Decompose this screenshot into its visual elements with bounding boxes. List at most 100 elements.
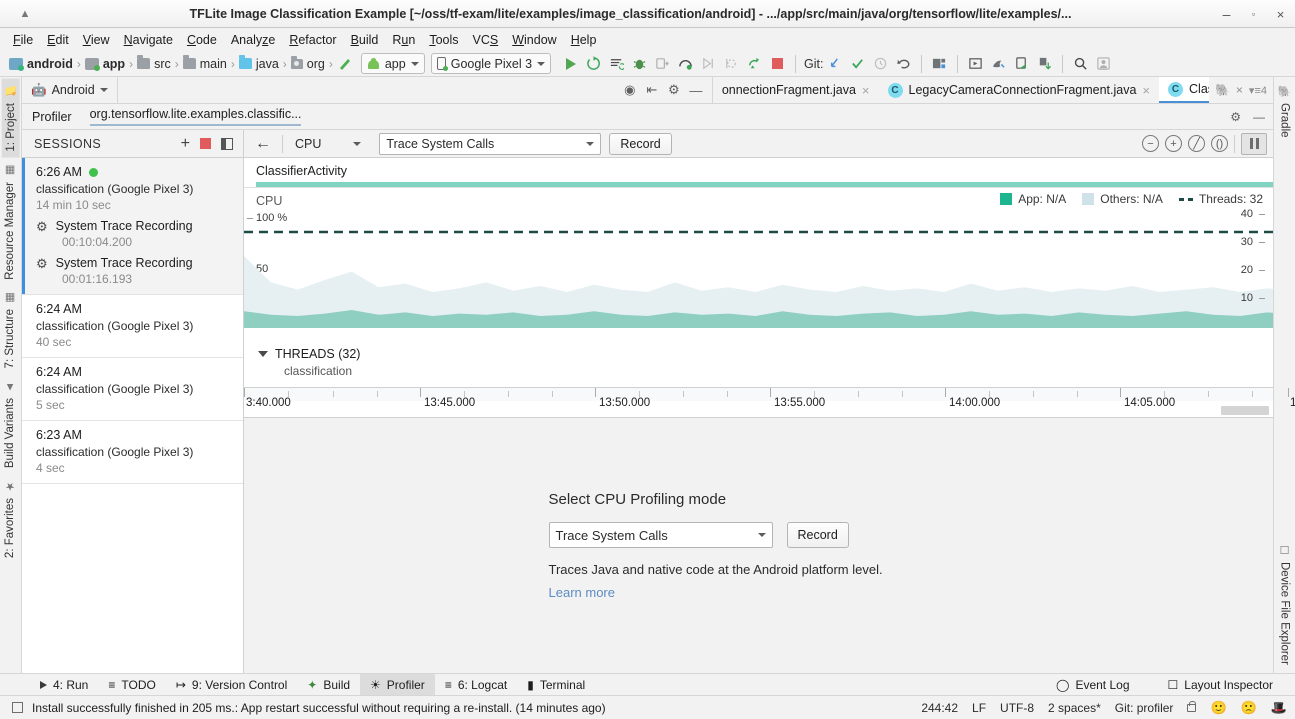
add-session-button[interactable]: + bbox=[181, 139, 190, 149]
timeline-scrollbar-thumb[interactable] bbox=[1221, 406, 1269, 415]
line-separator[interactable]: LF bbox=[972, 701, 986, 715]
run-button[interactable] bbox=[559, 53, 582, 75]
session-item-2[interactable]: 6:24 AM classification (Google Pixel 3) … bbox=[22, 358, 243, 421]
cpu-usage-panel[interactable]: CPU 100 % 50 App: N/A bbox=[244, 187, 1273, 327]
thread-row-classification[interactable]: classification bbox=[244, 364, 1273, 378]
sidebar-item-device-file-explorer[interactable]: ☐ Device File Explorer bbox=[1277, 538, 1293, 671]
menu-build[interactable]: Build bbox=[344, 31, 386, 49]
menu-run[interactable]: Run bbox=[385, 31, 422, 49]
back-button[interactable]: ← bbox=[252, 135, 274, 153]
android-view-dropdown[interactable]: 🤖 Android bbox=[22, 77, 118, 103]
maximize-button[interactable]: ▫ bbox=[1247, 8, 1260, 21]
sidebar-item-gradle[interactable]: 🐘 Gradle bbox=[1276, 79, 1294, 144]
close-icon[interactable]: × bbox=[1142, 83, 1150, 98]
stop-recording-button[interactable] bbox=[200, 138, 211, 149]
sidebar-item-project[interactable]: 1: Project 📁 bbox=[2, 79, 20, 158]
search-everywhere-alt-button[interactable] bbox=[987, 53, 1010, 75]
message-icon[interactable] bbox=[12, 702, 23, 713]
frame-selection-button[interactable]: () bbox=[1211, 135, 1228, 152]
timeline-axis[interactable]: 3:40.000 13:45.000 13:50.000 bbox=[244, 388, 1273, 418]
close-icon[interactable]: × bbox=[1236, 83, 1243, 97]
gear-icon[interactable]: ⚙ bbox=[664, 80, 684, 100]
device-selector[interactable]: Google Pixel 3 bbox=[431, 53, 551, 74]
undo-button[interactable] bbox=[892, 53, 915, 75]
sdk-manager-button[interactable] bbox=[964, 53, 987, 75]
sad-face-icon[interactable]: 🙁 bbox=[1241, 700, 1257, 716]
session-item-0[interactable]: 6:26 AM classification (Google Pixel 3) … bbox=[22, 158, 243, 295]
session-child-1[interactable]: ⚙ System Trace Recording bbox=[36, 256, 243, 271]
menu-window[interactable]: Window bbox=[505, 31, 563, 49]
zoom-out-button[interactable]: − bbox=[1142, 135, 1159, 152]
close-icon[interactable]: × bbox=[862, 83, 870, 98]
sidebar-item-resource-manager[interactable]: Resource Manager ▦ bbox=[2, 158, 18, 286]
menu-edit[interactable]: Edit bbox=[40, 31, 76, 49]
pause-live-button[interactable] bbox=[1241, 133, 1267, 155]
locate-icon[interactable]: ◉ bbox=[620, 80, 640, 100]
bottom-tab-todo[interactable]: ≡ TODO bbox=[98, 674, 165, 696]
menu-tools[interactable]: Tools bbox=[422, 31, 465, 49]
menu-refactor[interactable]: Refactor bbox=[282, 31, 343, 49]
bottom-tab-build[interactable]: ✦ Build bbox=[297, 674, 360, 696]
breadcrumb-android[interactable]: android bbox=[6, 57, 76, 71]
debug-button[interactable] bbox=[628, 53, 651, 75]
breadcrumb-app[interactable]: app bbox=[82, 57, 128, 71]
editor-tab-1[interactable]: C LegacyCameraConnectionFragment.java × bbox=[879, 77, 1160, 103]
git-update-button[interactable] bbox=[823, 53, 846, 75]
gradle-elephant-icon[interactable]: 🐘 bbox=[1215, 83, 1230, 97]
happy-face-icon[interactable]: 🙂 bbox=[1210, 700, 1226, 716]
collapse-all-icon[interactable]: ⇤ bbox=[642, 80, 662, 100]
stage-selector[interactable]: CPU bbox=[291, 137, 365, 151]
learn-more-link[interactable]: Learn more bbox=[549, 585, 969, 600]
user-account-button[interactable] bbox=[1092, 53, 1115, 75]
avd-manager-button[interactable] bbox=[928, 53, 951, 75]
menu-code[interactable]: Code bbox=[180, 31, 224, 49]
menu-view[interactable]: View bbox=[76, 31, 117, 49]
profile-button[interactable] bbox=[674, 53, 697, 75]
menu-vcs[interactable]: VCS bbox=[466, 31, 506, 49]
apply-changes-button[interactable] bbox=[582, 53, 605, 75]
record-button[interactable]: Record bbox=[609, 133, 671, 155]
breadcrumb-main[interactable]: main bbox=[180, 57, 230, 71]
run-to-cursor-button[interactable] bbox=[720, 53, 743, 75]
menu-help[interactable]: Help bbox=[564, 31, 604, 49]
close-button[interactable]: × bbox=[1274, 8, 1287, 21]
make-project-button[interactable] bbox=[334, 53, 357, 75]
search-icon-button[interactable] bbox=[1069, 53, 1092, 75]
trace-mode-select[interactable]: Trace System Calls bbox=[379, 133, 601, 155]
threads-section[interactable]: THREADS (32) classification bbox=[244, 347, 1273, 387]
cpu-empty-record-button[interactable]: Record bbox=[787, 522, 849, 548]
breadcrumb-src[interactable]: src bbox=[134, 57, 174, 71]
session-child-0[interactable]: ⚙ System Trace Recording bbox=[36, 219, 243, 234]
bottom-tab-terminal[interactable]: ▮ Terminal bbox=[517, 674, 595, 696]
gear-icon[interactable]: ⚙ bbox=[1230, 110, 1241, 124]
bottom-tab-run[interactable]: 4: Run bbox=[30, 674, 98, 696]
editor-tab-2[interactable]: C Classifier.java × bbox=[1159, 77, 1209, 103]
sync-project-button[interactable] bbox=[743, 53, 766, 75]
menu-navigate[interactable]: Navigate bbox=[117, 31, 180, 49]
editor-tab-0[interactable]: onnectionFragment.java × bbox=[713, 77, 879, 103]
hide-icon[interactable]: — bbox=[686, 80, 706, 100]
reset-zoom-button[interactable]: ╱ bbox=[1188, 135, 1205, 152]
lock-icon[interactable] bbox=[1187, 704, 1196, 712]
cpu-chart-region[interactable]: ClassifierActivity CPU 100 % 50 bbox=[244, 158, 1273, 388]
attach-debugger-button[interactable] bbox=[651, 53, 674, 75]
zoom-in-button[interactable]: + bbox=[1165, 135, 1182, 152]
bottom-tab-profiler[interactable]: ☀ Profiler bbox=[360, 674, 435, 696]
stop-button[interactable] bbox=[766, 53, 789, 75]
threads-header[interactable]: THREADS (32) bbox=[244, 347, 1273, 361]
collapse-sessions-button[interactable] bbox=[221, 138, 233, 150]
sidebar-item-favorites[interactable]: 2: Favorites ★ bbox=[2, 474, 18, 564]
hat-icon[interactable]: 🎩 bbox=[1271, 700, 1287, 716]
tab-list-icon[interactable]: ▾≡4 bbox=[1249, 84, 1267, 97]
session-item-3[interactable]: 6:23 AM classification (Google Pixel 3) … bbox=[22, 421, 243, 484]
git-history-button[interactable] bbox=[869, 53, 892, 75]
git-branch[interactable]: Git: profiler bbox=[1115, 701, 1174, 715]
download-button[interactable] bbox=[1033, 53, 1056, 75]
profiler-process-tab[interactable]: org.tensorflow.lite.examples.classific..… bbox=[90, 107, 302, 126]
apply-code-changes-button[interactable] bbox=[605, 53, 628, 75]
git-commit-button[interactable] bbox=[846, 53, 869, 75]
caret-position[interactable]: 244:42 bbox=[921, 701, 958, 715]
sidebar-item-structure[interactable]: 7: Structure ▦ bbox=[2, 285, 18, 374]
bottom-tab-event-log[interactable]: ◯ Event Log bbox=[1046, 674, 1139, 696]
session-item-1[interactable]: 6:24 AM classification (Google Pixel 3) … bbox=[22, 295, 243, 358]
